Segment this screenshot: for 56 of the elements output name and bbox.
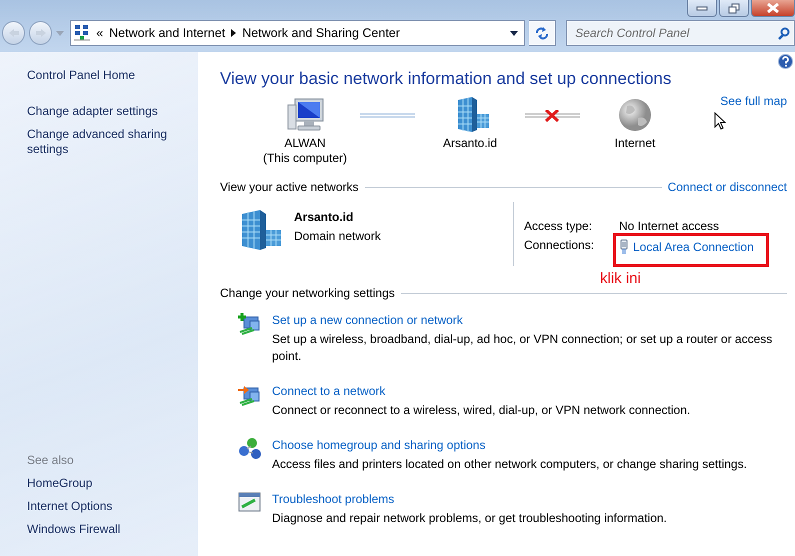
new-connection-icon [238, 312, 262, 336]
task-description: Diagnose and repair network problems, or get troubleshooting information. [272, 510, 668, 527]
task-link[interactable]: Troubleshoot problems [272, 491, 394, 508]
task-description: Connect or reconnect to a wireless, wired, dial-up, or VPN network connection. [272, 402, 692, 419]
ethernet-plug-icon [619, 239, 629, 255]
connect-icon [238, 383, 262, 407]
network-icon [74, 24, 90, 42]
section-heading: View your active networks [220, 179, 359, 196]
close-button[interactable] [751, 0, 795, 17]
annotation-text: klik ini [600, 269, 641, 289]
search-field[interactable]: Search Control Panel [566, 20, 795, 46]
sidebar-link[interactable]: Change adapter settings [27, 104, 198, 119]
task-link[interactable]: Connect to a network [272, 383, 386, 400]
search-icon[interactable] [778, 27, 790, 40]
breadcrumb-overflow[interactable]: « [96, 24, 104, 42]
restore-button[interactable] [719, 0, 749, 17]
sidebar-link[interactable]: Change advanced sharing settings [27, 127, 198, 157]
cursor-icon [714, 112, 726, 130]
forward-arrow-icon [34, 28, 47, 38]
refresh-icon [535, 26, 550, 40]
node-label: Arsanto.id [442, 136, 498, 151]
help-icon[interactable] [778, 54, 793, 69]
node-label: Internet [614, 136, 656, 151]
node-label: ALWAN [284, 136, 326, 151]
field-value: No Internet access [619, 218, 720, 234]
refresh-button[interactable] [529, 20, 556, 46]
task-description: Set up a wireless, broadband, dial-up, ad hoc, or VPN connection; or set up a router or access point. [272, 331, 774, 365]
dropdown-caret-icon[interactable] [510, 30, 518, 36]
field-label: Connections: [524, 236, 596, 254]
page-title: View your basic network information and set up connections [220, 68, 672, 90]
section-heading: Change your networking settings [220, 285, 395, 302]
connect-or-disconnect-link[interactable]: Connect or disconnect [668, 178, 787, 196]
breadcrumb-arrow-icon[interactable] [231, 29, 236, 37]
minimize-icon [696, 5, 708, 11]
see-also-heading: See also [27, 453, 75, 468]
back-arrow-icon [8, 28, 20, 38]
task-description: Access files and printers located on other network computers, or change sharing settings. [272, 456, 748, 473]
network-type: Domain network [294, 228, 381, 245]
sidebar-link[interactable]: Control Panel Home [27, 68, 198, 83]
sidebar-link[interactable]: Windows Firewall [27, 522, 198, 537]
task-link[interactable]: Set up a new connection or network [272, 312, 463, 329]
node-sublabel: (This computer) [262, 151, 348, 166]
close-icon [767, 3, 779, 13]
breadcrumb-item[interactable]: Network and Sharing Center [242, 24, 400, 42]
restore-icon [728, 2, 740, 14]
field-label: Access type: [524, 218, 594, 234]
see-full-map-link[interactable]: See full map [720, 92, 787, 110]
minimize-button[interactable] [687, 0, 717, 17]
breadcrumb-item[interactable]: Network and Internet [109, 24, 226, 42]
address-bar[interactable]: « Network and Internet Network and Sharing Center [70, 20, 526, 46]
homegroup-icon [238, 437, 262, 461]
task-link[interactable]: Choose homegroup and sharing options [272, 437, 486, 454]
connection-link[interactable]: Local Area Connection [633, 238, 754, 256]
sidebar-link[interactable]: HomeGroup [27, 476, 198, 491]
sidebar-link[interactable]: Internet Options [27, 499, 198, 514]
network-name: Arsanto.id [294, 209, 354, 226]
